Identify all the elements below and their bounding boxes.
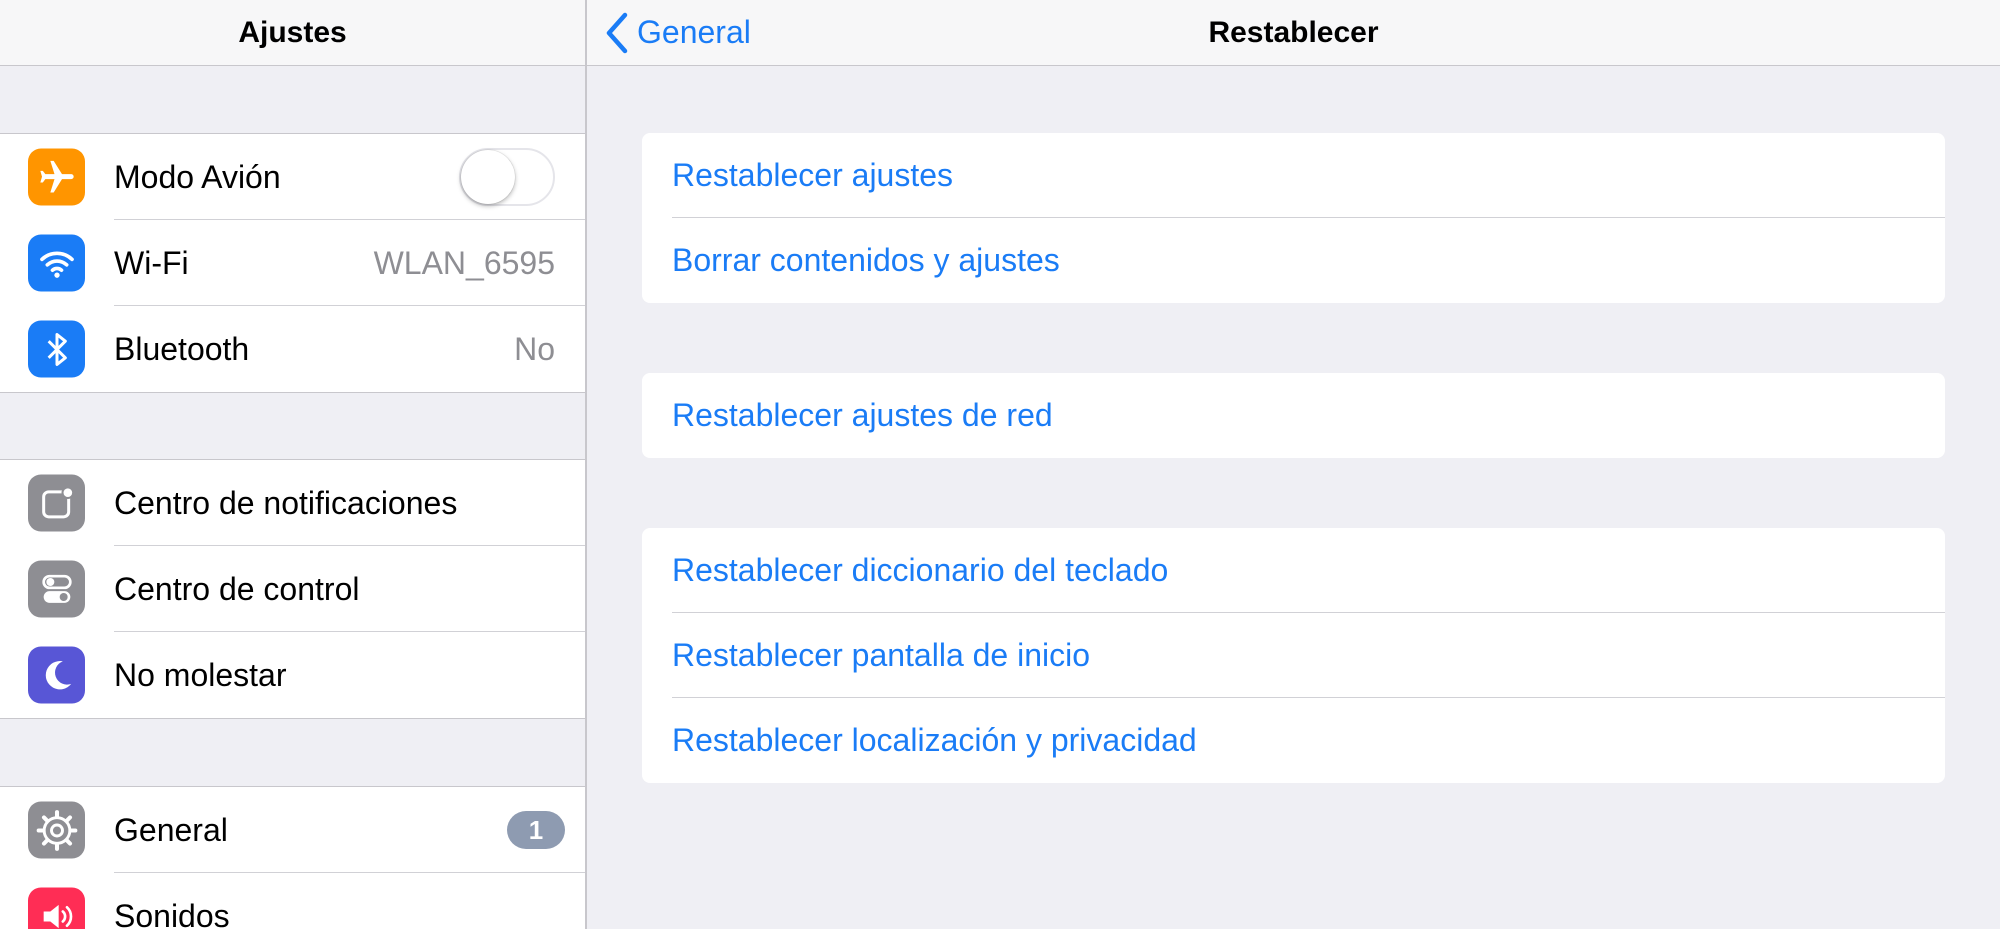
sidebar-item-notification-center[interactable]: Centro de notificaciones bbox=[0, 460, 585, 546]
reset-option-label: Restablecer diccionario del teclado bbox=[672, 552, 1169, 588]
moon-icon bbox=[28, 646, 85, 704]
control-center-icon bbox=[28, 560, 85, 618]
sidebar-group-connectivity: Modo Avión Wi-Fi WLAN_6595 Bluetooth No bbox=[0, 133, 585, 393]
wifi-network-value: WLAN_6595 bbox=[373, 244, 555, 281]
sidebar-item-label: Centro de control bbox=[114, 570, 360, 607]
sidebar-group-system: General 1 Sonidos bbox=[0, 786, 585, 929]
toggle-knob bbox=[461, 150, 515, 204]
page-title: Restablecer bbox=[1208, 15, 1379, 49]
reset-keyboard-dictionary-button[interactable]: Restablecer diccionario del teclado bbox=[642, 528, 1945, 613]
reset-option-label: Borrar contenidos y ajustes bbox=[672, 242, 1060, 278]
reset-network-button[interactable]: Restablecer ajustes de red bbox=[642, 373, 1945, 458]
sidebar-item-do-not-disturb[interactable]: No molestar bbox=[0, 632, 585, 718]
airplane-mode-toggle[interactable] bbox=[459, 148, 555, 206]
reset-option-label: Restablecer ajustes bbox=[672, 157, 954, 193]
sidebar-item-wifi[interactable]: Wi-Fi WLAN_6595 bbox=[0, 220, 585, 306]
erase-content-button[interactable]: Borrar contenidos y ajustes bbox=[642, 218, 1945, 303]
bluetooth-status-value: No bbox=[514, 330, 555, 367]
airplane-icon bbox=[28, 148, 85, 206]
sidebar-item-airplane-mode[interactable]: Modo Avión bbox=[0, 134, 585, 220]
sidebar-group-notifications: Centro de notificaciones Centro de contr… bbox=[0, 459, 585, 719]
sidebar-item-label: Centro de notificaciones bbox=[114, 484, 458, 521]
wifi-icon bbox=[28, 234, 85, 292]
reset-settings-button[interactable]: Restablecer ajustes bbox=[642, 133, 1945, 218]
sidebar-item-label: Bluetooth bbox=[114, 330, 250, 367]
sidebar-item-label: Sonidos bbox=[114, 897, 230, 929]
sidebar-item-label: No molestar bbox=[114, 656, 287, 693]
reset-option-label: Restablecer localización y privacidad bbox=[672, 722, 1197, 758]
general-update-badge: 1 bbox=[507, 811, 565, 849]
gear-icon bbox=[28, 801, 85, 859]
bluetooth-icon bbox=[28, 320, 85, 378]
sidebar-item-label: General bbox=[114, 811, 228, 848]
settings-sidebar: Ajustes Modo Avión Wi-Fi WLAN_6595 Bluet… bbox=[0, 0, 587, 929]
reset-group-1: Restablecer ajustes Borrar contenidos y … bbox=[642, 133, 1945, 303]
back-button-label: General bbox=[637, 14, 751, 50]
navigation-bar: Restablecer General bbox=[587, 0, 2000, 66]
reset-home-screen-button[interactable]: Restablecer pantalla de inicio bbox=[642, 613, 1945, 698]
sidebar-title: Ajustes bbox=[0, 0, 585, 66]
reset-option-label: Restablecer pantalla de inicio bbox=[672, 637, 1091, 673]
reset-group-2: Restablecer ajustes de red bbox=[642, 373, 1945, 458]
notification-center-icon bbox=[28, 474, 85, 532]
sidebar-item-label: Wi-Fi bbox=[114, 244, 189, 281]
sidebar-item-general[interactable]: General 1 bbox=[0, 787, 585, 873]
sidebar-item-sounds[interactable]: Sonidos bbox=[0, 873, 585, 929]
back-button[interactable]: General bbox=[605, 0, 751, 65]
chevron-left-icon bbox=[606, 12, 628, 53]
reset-option-label: Restablecer ajustes de red bbox=[672, 397, 1053, 433]
sidebar-item-label: Modo Avión bbox=[114, 158, 281, 195]
speaker-icon bbox=[28, 887, 85, 929]
reset-group-3: Restablecer diccionario del teclado Rest… bbox=[642, 528, 1945, 783]
reset-location-privacy-button[interactable]: Restablecer localización y privacidad bbox=[642, 698, 1945, 783]
sidebar-item-control-center[interactable]: Centro de control bbox=[0, 546, 585, 632]
sidebar-item-bluetooth[interactable]: Bluetooth No bbox=[0, 306, 585, 392]
